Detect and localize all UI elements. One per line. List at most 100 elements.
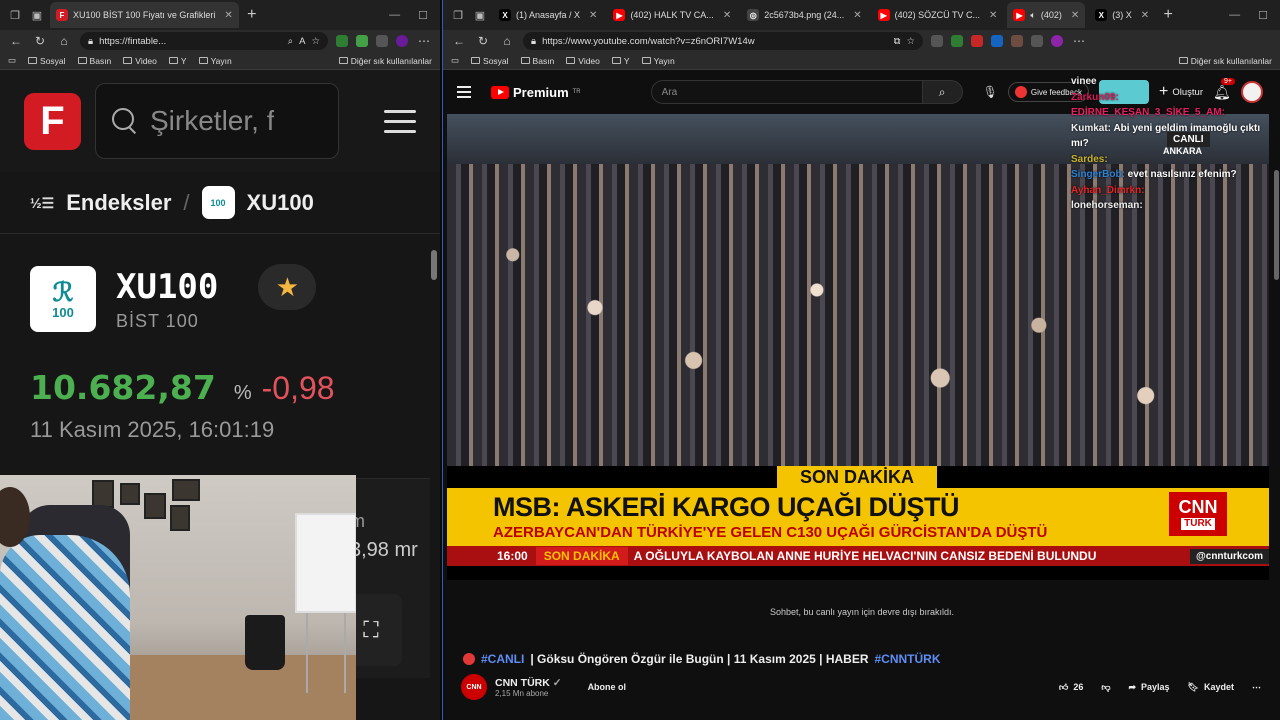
chat-username[interactable]: Ayhan_Dimrkn:	[1071, 185, 1145, 196]
save-button[interactable]: 🔖︎ Kaydet	[1188, 682, 1234, 693]
tab-halktv[interactable]: ▶ (402) HALK TV CA... ✕	[607, 2, 737, 28]
search-input[interactable]: Şirketler, f	[95, 83, 339, 159]
bookmark-label: Video	[578, 55, 600, 66]
subscribe-button[interactable]: Abone ol	[588, 682, 627, 692]
close-icon[interactable]: ✕	[723, 10, 731, 21]
bookmark-folder[interactable]: Sosyal	[471, 56, 509, 66]
chat-username[interactable]: Zarkun09:	[1071, 92, 1119, 103]
maximize-icon[interactable]: ☐	[418, 9, 428, 22]
search-input[interactable]: Ara	[650, 80, 923, 104]
address-bar[interactable]: 🔒︎ https://www.youtube.com/watch?v=z6nOR…	[523, 32, 923, 50]
tab-image[interactable]: ◎ 2c5673b4.png (24... ✕	[741, 2, 867, 28]
bookmark-folder[interactable]: Basın	[520, 56, 554, 66]
scrollbar-thumb[interactable]	[431, 250, 437, 280]
more-menu-icon[interactable]: ⋯	[1071, 34, 1087, 48]
favorites-bar-icon[interactable]: ▭	[8, 55, 16, 66]
favorite-star-icon[interactable]: ☆	[906, 36, 915, 47]
bookmark-folder[interactable]: Y	[611, 56, 630, 66]
stream-chat-overlay: vinee Zarkun09: EDİRNE_KEŞAN_3_SİKE_5_AM: K…	[1071, 74, 1271, 214]
back-icon[interactable]: ←	[8, 34, 24, 48]
more-menu-icon[interactable]: ⋯	[416, 34, 432, 48]
tab-cnnturk[interactable]: ▶ 🔈︎ (402) ✕	[1007, 2, 1086, 28]
extension-icon[interactable]	[1011, 35, 1023, 47]
ticker-time: 16:00	[447, 549, 536, 563]
new-tab-button[interactable]: +	[1159, 6, 1177, 24]
maximize-icon[interactable]: ☐	[1258, 9, 1268, 22]
dislike-button[interactable]: 👎︎	[1101, 682, 1110, 693]
microphone-icon[interactable]: 🎙︎	[983, 85, 998, 99]
bookmark-folder[interactable]: Yayın	[198, 56, 232, 66]
reload-icon[interactable]: ↻	[32, 34, 48, 48]
breadcrumb-root[interactable]: Endeksler	[66, 190, 171, 216]
extension-icon[interactable]	[991, 35, 1003, 47]
tab-sozcutv[interactable]: ▶ (402) SÖZCÜ TV C... ✕	[872, 2, 1004, 28]
tab-actions-icon[interactable]: ▣	[471, 6, 489, 24]
extension-icon[interactable]	[356, 35, 368, 47]
tab-actions-icon[interactable]: ▣	[28, 6, 46, 24]
globe-favicon-icon: ◎	[747, 9, 760, 21]
channel-name[interactable]: CNN TÜRK ✓	[495, 677, 562, 689]
address-bar[interactable]: 🔒︎ https://fintable... ⌕ A ☆	[80, 32, 328, 50]
tab-x-second[interactable]: X (3) X ✕	[1089, 2, 1155, 28]
bookmark-other-folder[interactable]: Diğer sık kullanılanlar	[338, 56, 432, 66]
close-icon[interactable]: ✕	[589, 10, 597, 21]
chat-username[interactable]: vinee	[1071, 76, 1097, 87]
favorite-star-button[interactable]: ★	[258, 264, 317, 310]
hashtag-link[interactable]: #CANLI	[481, 652, 524, 666]
new-tab-button[interactable]: +	[243, 6, 261, 24]
hashtag-link[interactable]: #CNNTÜRK	[875, 652, 941, 666]
chat-username[interactable]: Kumkat:	[1071, 123, 1111, 134]
reload-icon[interactable]: ↻	[475, 34, 491, 48]
bookmark-folder[interactable]: Video	[566, 56, 600, 66]
like-button[interactable]: 👍︎ 26	[1059, 682, 1083, 693]
chat-username[interactable]: SingerBob:	[1071, 169, 1125, 180]
bookmark-folder[interactable]: Y	[168, 56, 187, 66]
home-icon[interactable]: ⌂	[56, 34, 72, 48]
tab-fintables[interactable]: F XU100 BİST 100 Fiyatı ve Grafikleri ✕	[50, 2, 239, 28]
tab-x-home[interactable]: X (1) Anasayfa / X ✕	[493, 2, 603, 28]
close-icon[interactable]: ✕	[1141, 10, 1149, 21]
minimize-icon[interactable]: —	[1229, 9, 1240, 22]
bookmark-other-folder[interactable]: Diğer sık kullanılanlar	[1178, 56, 1272, 66]
more-actions-button[interactable]: ⋯	[1252, 682, 1261, 693]
read-aloud-icon[interactable]: A	[299, 36, 305, 47]
bookmark-folder[interactable]: Yayın	[641, 56, 675, 66]
workspaces-icon[interactable]: ❐	[449, 6, 467, 24]
chat-username[interactable]: EDİRNE_KEŞAN_3_SİKE_5_AM:	[1071, 107, 1225, 118]
chat-username[interactable]: lonehorseman:	[1071, 200, 1143, 211]
youtube-logo[interactable]: Premium TR	[491, 85, 581, 100]
extension-icon[interactable]	[931, 35, 943, 47]
share-button[interactable]: ➦ Paylaş	[1128, 682, 1169, 693]
speaker-icon[interactable]: 🔈︎	[1030, 10, 1035, 21]
bookmark-folder[interactable]: Video	[123, 56, 157, 66]
favorites-bar-icon[interactable]: ▭	[451, 55, 459, 66]
close-icon[interactable]: ✕	[1071, 10, 1079, 21]
minimize-icon[interactable]: —	[389, 9, 400, 22]
extension-icon[interactable]	[336, 35, 348, 47]
close-icon[interactable]: ✕	[224, 10, 232, 21]
split-screen-icon[interactable]: ⧉	[894, 36, 901, 47]
scrollbar-thumb[interactable]	[1274, 170, 1279, 280]
extension-icon[interactable]	[376, 35, 388, 47]
extension-icon[interactable]	[1031, 35, 1043, 47]
feedback-icon	[1014, 86, 1027, 98]
extension-icon[interactable]	[971, 35, 983, 47]
workspaces-icon[interactable]: ❐	[6, 6, 24, 24]
hamburger-menu-icon[interactable]	[384, 109, 416, 133]
channel-avatar[interactable]: CNN	[461, 674, 487, 700]
zoom-icon[interactable]: ⌕	[288, 36, 293, 47]
fintables-logo[interactable]: F	[24, 92, 81, 150]
bookmark-folder[interactable]: Sosyal	[28, 56, 66, 66]
close-icon[interactable]: ✕	[853, 10, 861, 21]
guide-menu-icon[interactable]	[457, 86, 471, 98]
close-icon[interactable]: ✕	[989, 10, 997, 21]
back-icon[interactable]: ←	[451, 34, 467, 48]
profile-avatar[interactable]	[396, 35, 408, 47]
extension-icon[interactable]	[951, 35, 963, 47]
bookmark-folder[interactable]: Basın	[77, 56, 111, 66]
favorite-star-icon[interactable]: ☆	[311, 36, 320, 47]
profile-avatar[interactable]	[1051, 35, 1063, 47]
home-icon[interactable]: ⌂	[499, 34, 515, 48]
search-button[interactable]: ⌕	[922, 80, 963, 104]
chat-username[interactable]: Sardes:	[1071, 154, 1108, 165]
